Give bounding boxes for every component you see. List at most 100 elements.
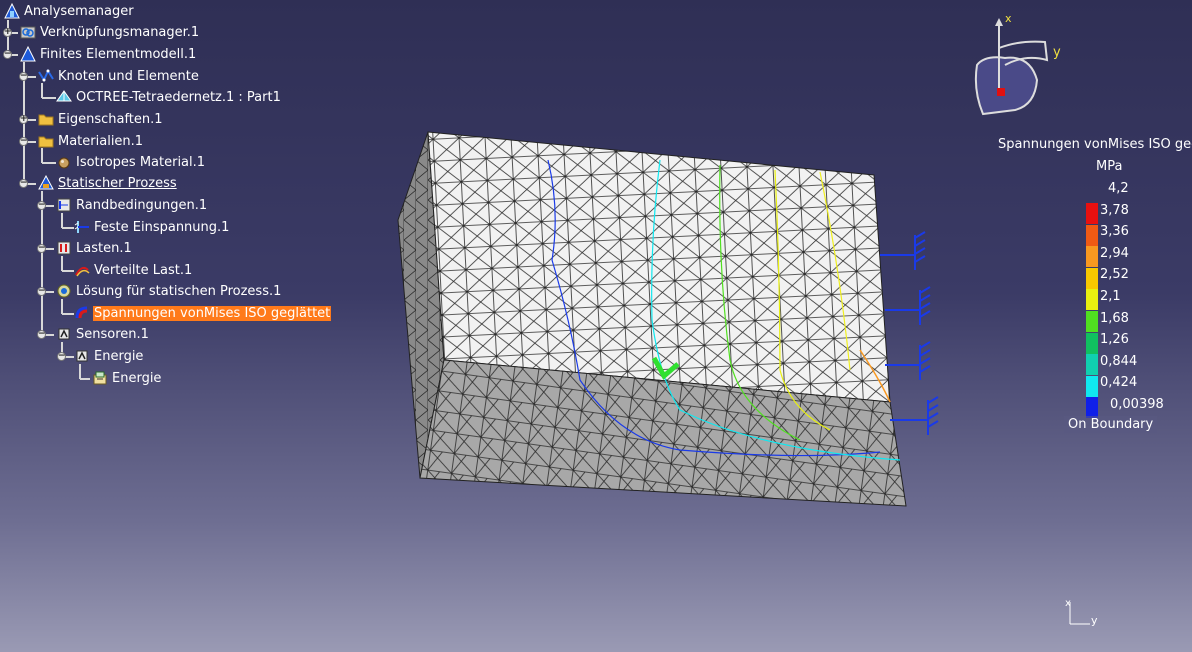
tree-connector: [61, 256, 63, 271]
legend-color-swatch: [1086, 203, 1098, 224]
legend-color-swatch: [1086, 267, 1098, 289]
collapse-button[interactable]: −: [3, 50, 12, 59]
legend-color-swatch: [1086, 375, 1098, 397]
collapse-button[interactable]: −: [57, 352, 66, 361]
tree-node-label: OCTREE-Tetraedernetz.1 : Part1: [76, 89, 281, 105]
collapse-button[interactable]: −: [37, 244, 46, 253]
loads-icon: [57, 241, 71, 255]
compass-tip: [995, 18, 1003, 26]
tree-node-label: Spannungen vonMises ISO geglättet: [93, 305, 332, 321]
collapse-button[interactable]: −: [37, 330, 46, 339]
tree-node-analysemanager[interactable]: Analysemanager: [4, 1, 135, 21]
tree-node-eigenschaften[interactable]: Eigenschaften.1: [38, 109, 164, 129]
legend-value: 0,424: [1100, 375, 1138, 391]
tree-node-feste-einspannung[interactable]: Feste Einspannung.1: [74, 217, 230, 237]
tree-node-label: Knoten und Elemente: [58, 68, 199, 84]
tree-connector: [61, 299, 63, 314]
distributed-force-icon: [75, 266, 90, 277]
legend-color-swatch: [1086, 289, 1098, 311]
compass-origin: [997, 88, 1005, 96]
collapse-button[interactable]: −: [19, 137, 28, 146]
compass-widget[interactable]: x y: [955, 10, 1065, 125]
nodes-elements-icon: [38, 68, 54, 83]
legend-color-swatch: [1086, 311, 1098, 332]
legend-value: 2,94: [1100, 245, 1129, 261]
tree-node-isotropes-material[interactable]: Isotropes Material.1: [56, 152, 206, 172]
stress-legend[interactable]: Spannungen vonMises ISO gegl. MPa 4,2 3,7…: [990, 135, 1192, 445]
tree-node-verteilte-last[interactable]: Verteilte Last.1: [74, 260, 193, 280]
tree-node-label: Verknüpfungsmanager.1: [40, 24, 200, 40]
legend-color-swatch: [1086, 224, 1098, 246]
tree-node-label: Statischer Prozess: [58, 175, 177, 191]
tree-node-label: Verteilte Last.1: [94, 262, 193, 278]
tree-node-octree-tetraedernetz[interactable]: OCTREE-Tetraedernetz.1 : Part1: [56, 87, 282, 107]
tree-node-verknuepfungsmanager[interactable]: Verknüpfungsmanager.1: [20, 22, 200, 42]
tree-node-label: Materialien.1: [58, 133, 144, 149]
tetra-mesh-icon: [56, 90, 72, 102]
legend-title: Spannungen vonMises ISO gegl.: [998, 137, 1192, 152]
tree-node-statischer-prozess[interactable]: Statischer Prozess: [38, 173, 178, 193]
tree-node-energie-sensor[interactable]: Energie: [74, 346, 144, 366]
tree-node-finites-elementmodell[interactable]: Finites Elementmodell.1: [20, 44, 197, 64]
clamp-icon: [74, 221, 89, 233]
tree-connector: [80, 378, 90, 380]
tree-node-label: Feste Einspannung.1: [94, 219, 230, 235]
specification-tree: + − − + − − − − − − − Analysemanager Ver…: [0, 0, 360, 400]
legend-value: 0,00398: [1110, 397, 1164, 412]
analysis-manager-icon: [4, 3, 20, 19]
legend-value: 4,2: [1108, 181, 1129, 196]
tree-node-label: Eigenschaften.1: [58, 111, 163, 127]
collapse-button[interactable]: −: [19, 72, 28, 81]
collapse-button[interactable]: −: [37, 287, 46, 296]
compass-x-label: x: [1005, 12, 1012, 25]
fem-result-viewport[interactable]: [380, 120, 940, 520]
tree-node-spannungen-vonmises[interactable]: Spannungen vonMises ISO geglättet: [74, 303, 332, 323]
tree-node-lasten[interactable]: Lasten.1: [56, 238, 133, 258]
tree-connector: [62, 313, 74, 315]
tree-node-label: Lösung für statischen Prozess.1: [76, 283, 282, 299]
tree-node-loesung[interactable]: Lösung für statischen Prozess.1: [56, 281, 282, 301]
legend-value: 3,36: [1100, 224, 1129, 240]
tree-connector: [42, 97, 56, 99]
tree-node-materialien[interactable]: Materialien.1: [38, 131, 144, 151]
axis-system-icon: x y: [1065, 598, 1098, 627]
legend-value: 1,68: [1100, 310, 1129, 326]
sensor-icon: [76, 350, 88, 362]
folder-icon: [38, 114, 54, 126]
link-manager-icon: [20, 26, 36, 39]
legend-value: 2,1: [1100, 289, 1121, 304]
compass-plane: [974, 56, 1039, 116]
legend-value: 1,26: [1100, 332, 1129, 348]
fem-model-icon: [20, 46, 36, 62]
axis-x-label: x: [1065, 598, 1071, 609]
folder-icon: [38, 136, 54, 148]
tree-node-label: Isotropes Material.1: [76, 154, 206, 170]
tree-node-randbedingungen[interactable]: Randbedingungen.1: [56, 195, 208, 215]
legend-value: 0,844: [1100, 353, 1138, 369]
restraints-icon: [57, 198, 71, 212]
expand-button[interactable]: +: [19, 115, 28, 124]
tree-connector: [62, 227, 74, 229]
material-icon: [58, 157, 70, 169]
energy-icon: [93, 371, 107, 385]
tree-node-label: Lasten.1: [76, 240, 132, 256]
expand-button[interactable]: +: [3, 28, 12, 37]
tree-connector: [62, 270, 74, 272]
solution-icon: [57, 284, 71, 298]
tree-node-label: Finites Elementmodell.1: [40, 46, 197, 62]
legend-color-swatch: [1086, 246, 1098, 268]
tree-node-label: Energie: [94, 348, 144, 364]
tree-connector: [42, 162, 56, 164]
tree-node-energie-parameter[interactable]: Energie: [92, 368, 162, 388]
tree-node-knoten-und-elemente[interactable]: Knoten und Elemente: [38, 66, 200, 86]
tree-node-label: Energie: [112, 370, 162, 386]
tree-connector: [79, 364, 81, 379]
legend-color-swatch: [1086, 332, 1098, 354]
collapse-button[interactable]: −: [19, 179, 28, 188]
tree-node-sensoren[interactable]: Sensoren.1: [56, 324, 150, 344]
collapse-button[interactable]: −: [37, 201, 46, 210]
compass-y-label: y: [1053, 45, 1061, 60]
legend-value: 3,78: [1100, 202, 1129, 218]
legend-value: 2,52: [1100, 267, 1129, 283]
tree-connector: [61, 213, 63, 228]
